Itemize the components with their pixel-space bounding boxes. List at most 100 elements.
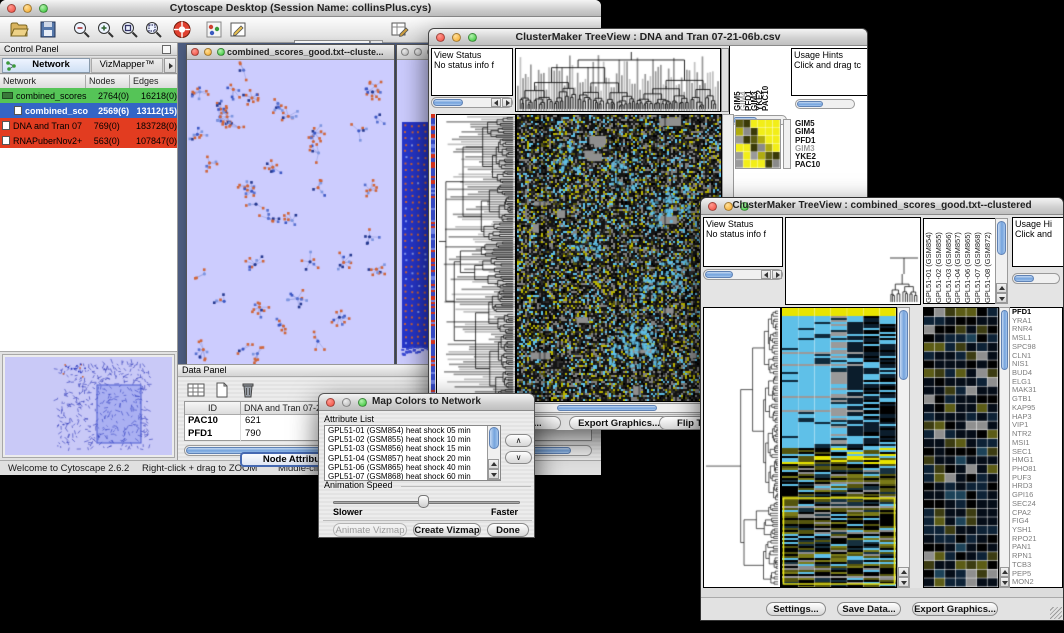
- create-vizmap-button[interactable]: Create Vizmap: [413, 523, 481, 537]
- treeview1-titlebar[interactable]: ClusterMaker TreeView : DNA and Tran 07-…: [429, 29, 867, 46]
- zoom-fit-icon[interactable]: [120, 20, 140, 39]
- attribute-list-scroll-up[interactable]: [488, 459, 499, 469]
- col-edges[interactable]: Edges: [130, 75, 177, 88]
- tv2-status-scrollbar[interactable]: [703, 269, 783, 280]
- delete-attribute-icon[interactable]: [238, 381, 258, 399]
- done-button[interactable]: Done: [487, 523, 529, 537]
- attr-col-id[interactable]: ID: [185, 402, 241, 414]
- network-icon: [14, 106, 22, 115]
- attribute-item[interactable]: GPL51-03 (GSM856) heat shock 15 min: [325, 444, 487, 453]
- attribute-list-scroll-down[interactable]: [488, 469, 499, 479]
- tv2-resize-grip[interactable]: [1050, 607, 1062, 619]
- tv2-status-scroll-right[interactable]: [772, 270, 782, 279]
- gene-label[interactable]: MON2: [1012, 578, 1062, 587]
- attribute-listbox[interactable]: GPL51-01 (GSM854) heat shock 05 minGPL51…: [324, 425, 501, 481]
- treeview2-titlebar[interactable]: ClusterMaker TreeView : combined_scores_…: [701, 198, 1063, 215]
- tv2-row-tree[interactable]: [703, 307, 781, 588]
- tv2-genes-scroll-down[interactable]: [1000, 577, 1009, 587]
- dialog-titlebar[interactable]: Map Colors to Network: [319, 394, 534, 411]
- attribute-list-scroll-thumb[interactable]: [489, 427, 499, 449]
- tab-network[interactable]: Network: [2, 58, 90, 73]
- move-down-button[interactable]: ∨: [505, 451, 532, 464]
- net2-minimize-button[interactable]: [414, 48, 422, 56]
- tv1-status-scroll-right[interactable]: [502, 98, 512, 107]
- tv1-status-scroll-left[interactable]: [491, 98, 501, 107]
- tv2-heat-vscroll-thumb[interactable]: [899, 310, 908, 380]
- tv1-column-tree[interactable]: [515, 48, 721, 112]
- tv2-hints-scroll-thumb[interactable]: [1014, 275, 1034, 282]
- zoom-out-icon[interactable]: [72, 20, 92, 39]
- zoom-in-icon[interactable]: [96, 20, 116, 39]
- tv2-heat-scroll-down[interactable]: [898, 577, 909, 587]
- tv2-heat-vscrollbar[interactable]: [897, 307, 910, 588]
- network-nodes: 769(0): [94, 121, 136, 131]
- tv1-heat-hscroll-thumb[interactable]: [557, 405, 657, 411]
- zoom-selected-icon[interactable]: [144, 20, 164, 39]
- tv2-zoom-heatmap[interactable]: [923, 307, 999, 588]
- network-name: combined_scores: [16, 91, 98, 101]
- tv2-heatmap[interactable]: [781, 307, 897, 588]
- attribute-list-vscrollbar[interactable]: [487, 426, 500, 480]
- tv1-mini-scrollbar[interactable]: [783, 119, 791, 169]
- map-colors-dialog: Map Colors to Network Attribute List GPL…: [318, 393, 535, 538]
- save-icon[interactable]: [38, 20, 58, 39]
- network-row[interactable]: combined_scores 2764(0) 16218(0): [0, 88, 177, 103]
- animation-slider-thumb[interactable]: [418, 495, 429, 508]
- tv1-heat-hscrollbar[interactable]: [516, 403, 722, 413]
- help-lifesaver-icon[interactable]: [172, 20, 192, 39]
- tv2-status-scroll-left[interactable]: [761, 270, 771, 279]
- tv1-status-scroll-thumb[interactable]: [433, 99, 463, 106]
- attribute-item[interactable]: GPL51-06 (GSM865) heat shock 40 min: [325, 463, 487, 472]
- move-up-button[interactable]: ∧: [505, 434, 532, 447]
- tv1-status-scrollbar[interactable]: [431, 97, 513, 108]
- net-close-button[interactable]: [191, 48, 199, 56]
- network-row[interactable]: DNA and Tran 07 769(0) 183728(0): [0, 118, 177, 133]
- tv1-hints-scrollbar[interactable]: [795, 99, 855, 109]
- birdseye-canvas[interactable]: [5, 357, 172, 455]
- vizmapper-icon[interactable]: [204, 20, 224, 39]
- tv2-settings-button[interactable]: Settings...: [766, 602, 826, 616]
- net-zoom-button[interactable]: [217, 48, 225, 56]
- tv2-hints-scrollbar[interactable]: [1012, 273, 1060, 284]
- tv1-row-tree[interactable]: [436, 114, 516, 402]
- main-titlebar[interactable]: Cytoscape Desktop (Session Name: collins…: [0, 0, 601, 17]
- search-options-icon[interactable]: [390, 20, 410, 39]
- tab-overflow-button[interactable]: [164, 58, 176, 73]
- float-panel-icon[interactable]: [162, 45, 171, 54]
- tv1-heatmap[interactable]: [516, 114, 722, 402]
- tv2-column-tree[interactable]: [785, 217, 921, 305]
- col-nodes[interactable]: Nodes: [86, 75, 130, 88]
- annotation-icon[interactable]: [228, 20, 248, 39]
- tv1-usage-hints: Usage Hints Click and drag tc: [791, 48, 867, 96]
- faster-label: Faster: [491, 507, 518, 517]
- status-welcome: Welcome to Cytoscape 2.6.2: [8, 463, 129, 474]
- animate-vizmap-button[interactable]: Animate Vizmap: [333, 523, 407, 537]
- tv2-genes-vscrollbar[interactable]: [999, 307, 1010, 588]
- attribute-item[interactable]: GPL51-01 (GSM854) heat shock 05 min: [325, 426, 487, 435]
- tv2-labels-scroll-down[interactable]: [996, 293, 1007, 303]
- tv2-labels-scroll-up[interactable]: [996, 283, 1007, 293]
- tv1-hints-scroll-thumb[interactable]: [797, 101, 823, 107]
- tv2-status-scroll-thumb[interactable]: [705, 271, 733, 278]
- tv2-labels-vscrollbar[interactable]: [995, 218, 1008, 304]
- col-network[interactable]: Network: [0, 75, 86, 88]
- tv1-export-graphics-button[interactable]: Export Graphics...: [569, 416, 669, 430]
- open-file-icon[interactable]: [9, 20, 29, 39]
- tv2-labels-scroll-thumb[interactable]: [997, 221, 1006, 255]
- main-window-title: Cytoscape Desktop (Session Name: collins…: [0, 2, 601, 14]
- network-row[interactable]: RNAPuberNov2+ 563(0) 107847(0): [0, 133, 177, 148]
- network-row[interactable]: combined_sco 2569(6) 13112(15): [0, 103, 177, 118]
- net-minimize-button[interactable]: [204, 48, 212, 56]
- new-attribute-icon[interactable]: [212, 381, 232, 399]
- network-canvas[interactable]: [187, 60, 394, 364]
- tv2-export-graphics-button[interactable]: Export Graphics...: [912, 602, 998, 616]
- tv2-genes-scroll-up[interactable]: [1000, 567, 1009, 577]
- attribute-item[interactable]: GPL51-02 (GSM855) heat shock 10 min: [325, 435, 487, 444]
- net2-close-button[interactable]: [401, 48, 409, 56]
- tv2-heat-scroll-up[interactable]: [898, 567, 909, 577]
- tab-vizmapper[interactable]: VizMapper™: [91, 58, 163, 73]
- tv2-save-data-button[interactable]: Save Data...: [837, 602, 901, 616]
- attribute-select-icon[interactable]: [186, 381, 206, 399]
- tv2-genes-scroll-thumb[interactable]: [1001, 310, 1008, 370]
- attribute-item[interactable]: GPL51-04 (GSM857) heat shock 20 min: [325, 454, 487, 463]
